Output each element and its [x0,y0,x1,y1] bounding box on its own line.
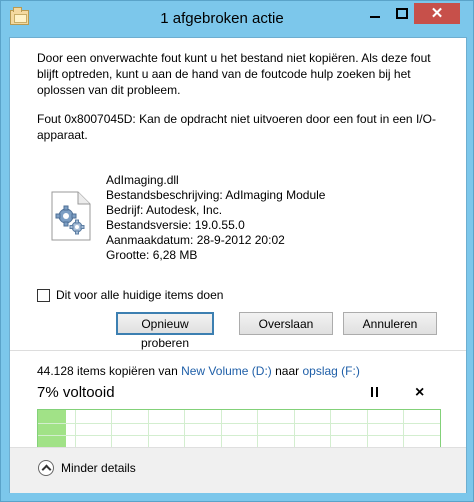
error-code-text: Fout 0x8007045D: Kan de opdracht niet ui… [37,112,436,142]
chevron-up-icon[interactable] [38,460,54,476]
progress-graph-fill [38,410,67,448]
progress-description: 44.128 items kopiëren van New Volume (D:… [37,364,360,378]
window-title: 1 afgebroken actie [160,10,284,27]
dialog-window: 1 afgebroken actie ✕ Door een onverwacht… [0,0,474,502]
pause-icon-bar [376,387,378,397]
graph-gridline [293,410,295,448]
graph-gridline [184,410,186,448]
graph-gridline [38,422,440,424]
graph-gridline [38,435,440,437]
graph-gridline [330,410,332,448]
dll-gear-file-icon [51,191,91,241]
pause-button[interactable] [371,387,381,399]
progress-graph [37,409,441,449]
cancel-button[interactable]: Annuleren [343,312,437,335]
file-name: AdImaging.dll [106,173,179,187]
graph-gridline [74,410,76,448]
graph-gridline [403,410,405,448]
maximize-icon [396,8,408,19]
apply-to-all-label: Dit voor alle huidige items doen [56,288,224,302]
graph-gridline [147,410,149,448]
details-bar: Minder details [10,447,466,493]
graph-gridline [257,410,259,448]
pause-icon [371,387,373,397]
file-version: Bestandsversie: 19.0.55.0 [106,218,245,232]
file-created: Aanmaakdatum: 28-9-2012 20:02 [106,233,285,247]
file-details: AdImaging.dll Bestandsbeschrijving: AdIm… [106,173,325,263]
close-icon: ✕ [430,5,444,22]
maximize-button[interactable] [388,3,414,24]
dialog-content: Door een onverwachte fout kunt u het bes… [9,37,467,493]
minimize-button[interactable] [362,3,388,24]
progress-count-text: 44.128 items kopiëren van [37,364,182,378]
minimize-icon [370,16,380,18]
graph-gridline [220,410,222,448]
skip-button[interactable]: Overslaan [239,312,333,335]
close-button[interactable]: ✕ [414,3,460,24]
progress-status: 7% voltooid [37,384,115,401]
destination-link[interactable]: opslag (F:) [302,364,359,378]
apply-to-all-checkbox[interactable] [37,289,50,302]
less-details-link[interactable]: Minder details [61,461,136,475]
divider [10,350,466,351]
source-link[interactable]: New Volume (D:) [181,364,272,378]
file-description: Bestandsbeschrijving: AdImaging Module [106,188,326,202]
retry-button[interactable]: Opnieuw proberen [116,312,214,350]
file-company: Bedrijf: Autodesk, Inc. [106,203,223,217]
folder-icon [10,7,29,25]
error-intro-text: Door een onverwachte fout kunt u het bes… [37,51,431,97]
stop-operation-button[interactable]: × [415,384,424,402]
file-size: Grootte: 6,28 MB [106,248,198,262]
title-bar[interactable]: 1 afgebroken actie ✕ [1,1,473,37]
progress-middle-text: naar [271,364,303,378]
graph-gridline [111,410,113,448]
graph-gridline [366,410,368,448]
